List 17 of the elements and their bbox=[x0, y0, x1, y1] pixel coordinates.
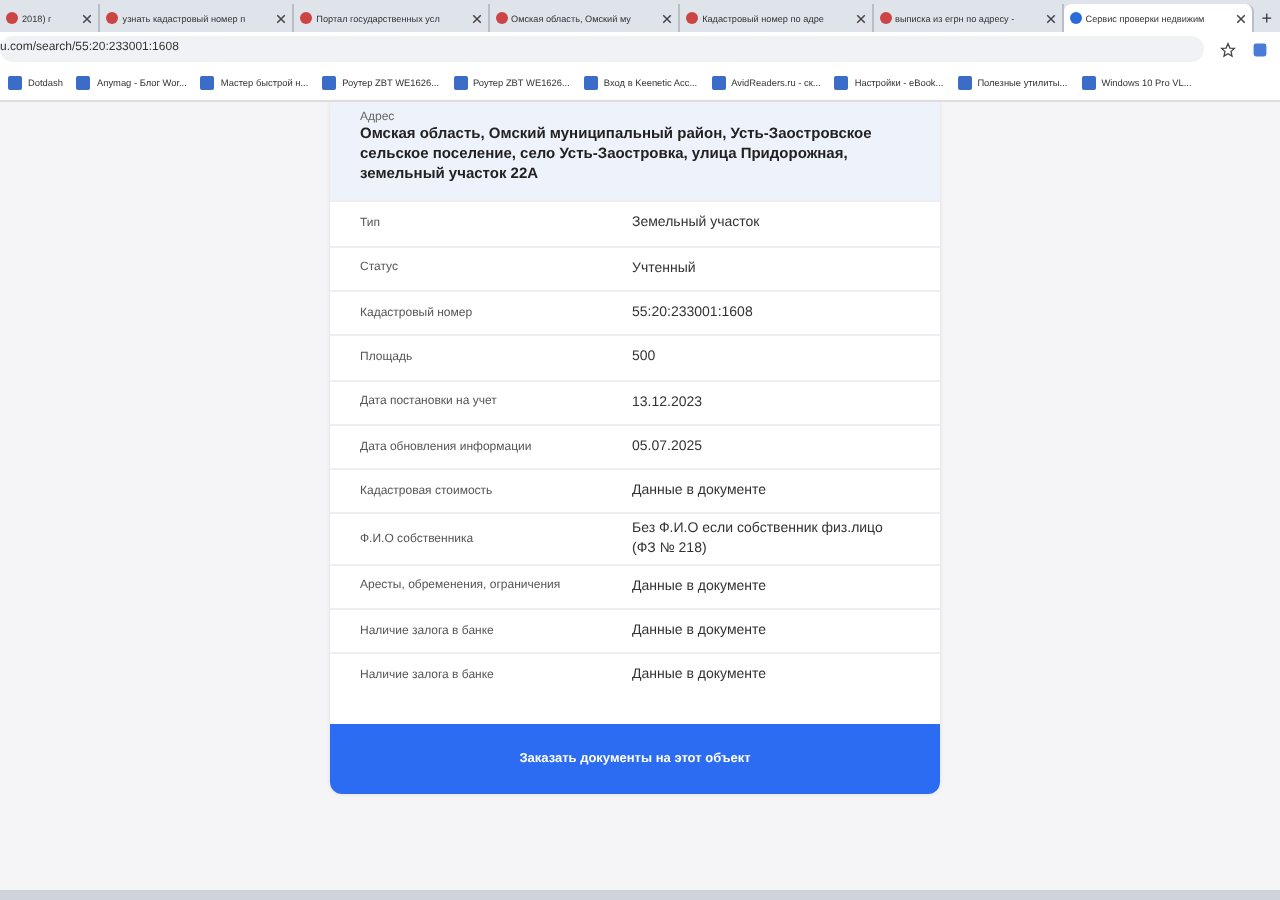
new-tab-button[interactable]: + bbox=[1253, 4, 1280, 32]
close-icon[interactable] bbox=[1235, 13, 1246, 23]
site-icon bbox=[1069, 12, 1082, 24]
site-icon bbox=[6, 12, 18, 24]
close-icon[interactable] bbox=[82, 13, 93, 23]
site-icon bbox=[686, 12, 699, 24]
site-icon bbox=[300, 12, 313, 24]
close-icon[interactable] bbox=[662, 13, 673, 23]
close-icon[interactable] bbox=[1045, 13, 1056, 23]
close-icon[interactable] bbox=[471, 13, 481, 23]
close-icon[interactable] bbox=[855, 13, 866, 23]
site-icon bbox=[879, 12, 892, 24]
site-icon bbox=[106, 12, 119, 24]
site-icon bbox=[495, 12, 507, 24]
close-icon[interactable] bbox=[276, 13, 287, 23]
star-icon[interactable] bbox=[1220, 41, 1236, 57]
profile-icon[interactable] bbox=[1252, 41, 1268, 57]
